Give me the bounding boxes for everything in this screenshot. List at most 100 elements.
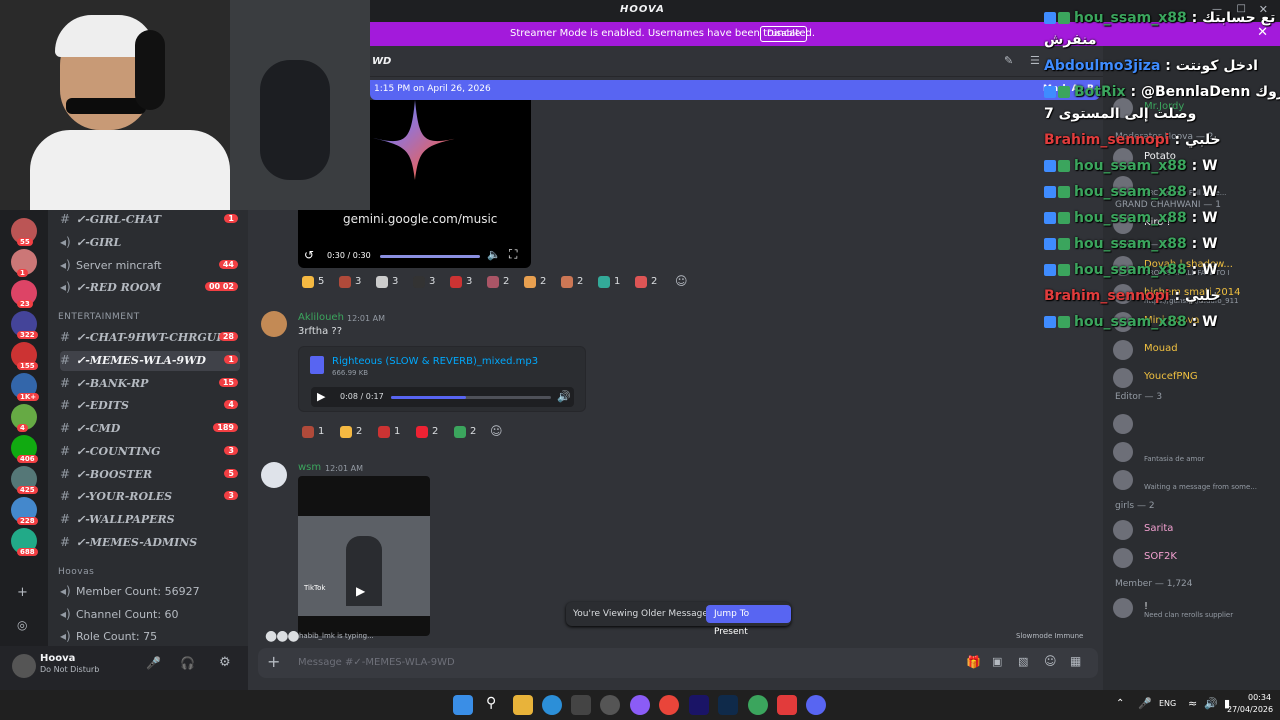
channel-item[interactable]: # ✓-BANK-RP 15 (60, 374, 240, 394)
play-icon[interactable]: ▶ (356, 584, 365, 598)
explore-icon[interactable]: ◎ (17, 618, 27, 632)
edge-icon[interactable] (542, 695, 562, 715)
attachment-filename[interactable]: Righteous (SLOW & REVERB)_mixed.mp3 (332, 356, 538, 367)
gift-icon[interactable]: 🎁 (966, 655, 981, 669)
avatar[interactable] (1113, 340, 1133, 360)
message-author[interactable]: wsm (298, 462, 321, 473)
speaker-icon[interactable]: 🔊 (1204, 697, 1218, 710)
obs-icon[interactable] (600, 695, 620, 715)
chrome-icon[interactable] (659, 695, 679, 715)
message-composer[interactable]: + Message #✓-MEMES-WLA-9WD 🎁 ▣ ▧ ☺ ▦ (258, 648, 1098, 678)
tiktok-video-embed[interactable]: ▶ TikTok (298, 476, 430, 636)
avatar[interactable] (1113, 598, 1133, 618)
audio-progress-track[interactable] (391, 396, 551, 399)
jump-to-present-button[interactable]: Jump To Present (706, 605, 791, 637)
video-progress-bar[interactable] (380, 255, 480, 258)
overlay-separator: : (1186, 314, 1203, 330)
video-player-icon[interactable] (777, 695, 797, 715)
overlay-separator: : (1169, 288, 1185, 304)
avatar[interactable] (1113, 414, 1133, 434)
stat-channel[interactable]: ◂) Role Count: 75 (60, 627, 240, 647)
category-entertainment[interactable]: ENTERTAINMENT (58, 312, 140, 322)
reaction-emoji-icon (524, 276, 536, 288)
badge-icon (1044, 264, 1056, 276)
windows-start-icon[interactable] (453, 695, 473, 715)
twitch-icon[interactable] (630, 695, 650, 715)
member-item[interactable]: SOF2K (1113, 546, 1278, 570)
photoshop-icon[interactable] (718, 695, 738, 715)
channel-item[interactable]: # ✓-CHAT-9HWT-CHRGUI 28 (60, 328, 240, 348)
avatar[interactable] (1113, 442, 1133, 462)
clock-time[interactable]: 00:34 (1248, 693, 1271, 702)
store-icon[interactable] (571, 695, 591, 715)
avatar[interactable] (261, 311, 287, 337)
member-item[interactable]: ! Need clan rerolls supplier (1113, 596, 1278, 620)
avatar[interactable] (1113, 368, 1133, 388)
stat-channel[interactable]: ◂) Member Count: 56927 (60, 582, 240, 602)
file-explorer-icon[interactable] (513, 695, 533, 715)
fullscreen-icon[interactable]: ⛶ (509, 247, 517, 262)
replay-icon[interactable]: ↺ (304, 248, 314, 262)
pin-icon[interactable]: ✎ (1004, 54, 1013, 67)
avatar[interactable] (1113, 470, 1133, 490)
channel-item[interactable]: # ✓-COUNTING 3 (60, 442, 240, 462)
avatar[interactable] (261, 462, 287, 488)
channel-item[interactable]: ◂) ✓-RED ROOM 00 02 (60, 278, 240, 298)
microphone-icon[interactable]: 🎤 (146, 656, 161, 670)
tray-chevron-icon[interactable]: ⌃ (1116, 698, 1124, 709)
channel-item[interactable]: ◂) Server mincraft 44 (60, 256, 240, 276)
gif-icon[interactable]: ▣ (992, 655, 1002, 668)
new-messages-bar[interactable]: 1:15 PM on April 26, 2026 Mark As R (370, 80, 1100, 100)
badge-icon (1058, 160, 1070, 172)
threads-icon[interactable]: ☰ (1030, 54, 1040, 67)
add-attachment-icon[interactable]: + (267, 652, 280, 671)
channel-item[interactable]: # ✓-GIRL-CHAT 1 (60, 210, 240, 230)
channel-item[interactable]: # ✓-WALLPAPERS (60, 510, 240, 530)
channel-item[interactable]: ◂) ✓-GIRL (60, 233, 240, 253)
avatar[interactable] (1113, 548, 1133, 568)
channel-item[interactable]: # ✓-BOOSTER 5 (60, 465, 240, 485)
channel-item[interactable]: # ✓-CMD 189 (60, 419, 240, 439)
stat-channel[interactable]: ◂) Channel Count: 60 (60, 605, 240, 625)
channel-item[interactable]: # ✓-YOUR-ROLES 3 (60, 487, 240, 507)
whatsapp-icon[interactable] (748, 695, 768, 715)
taskbar-search-icon[interactable]: ⚲ (486, 695, 496, 711)
audio-volume-icon[interactable]: 🔊 (557, 390, 571, 403)
language-indicator[interactable]: ENG (1159, 699, 1176, 708)
play-icon[interactable]: ▶ (317, 390, 325, 403)
message-author[interactable]: Akliloueh (298, 312, 344, 323)
member-item[interactable] (1113, 412, 1278, 436)
member-item[interactable]: Fantasia de amor (1113, 440, 1278, 464)
avatar[interactable] (12, 654, 36, 678)
message-text: 3rftha ?? (298, 326, 342, 337)
category-hoovas[interactable]: Hoovas (58, 567, 94, 577)
webcam-overlay (0, 0, 370, 210)
headphones-icon[interactable]: 🎧 (180, 656, 195, 670)
settings-gear-icon[interactable]: ⚙ (219, 655, 231, 670)
clock-date[interactable]: 27/04/2026 (1227, 705, 1273, 714)
sticker-icon[interactable]: ▧ (1018, 655, 1028, 668)
add-reaction-icon[interactable]: ☺ (490, 424, 503, 442)
discord-taskbar-icon[interactable] (806, 695, 826, 715)
channel-item[interactable]: # ✓-MEMES-WLA-9WD 1 (60, 351, 240, 371)
add-reaction-icon[interactable]: ☺ (675, 274, 688, 292)
member-item[interactable]: Mouad (1113, 338, 1278, 362)
overlay-message: خلبي (1184, 288, 1221, 304)
member-item[interactable]: Waiting a message from some... (1113, 468, 1278, 492)
reactions-row: 5 3 3 3 3 2 2 2 1 2 ☺ (298, 273, 698, 293)
volume-icon[interactable]: 🔈 (487, 248, 501, 261)
add-server-icon[interactable]: + (17, 585, 28, 600)
premiere-icon[interactable] (689, 695, 709, 715)
member-item[interactable]: YoucefPNG (1113, 366, 1278, 390)
wifi-icon[interactable]: ≈ (1188, 697, 1197, 710)
avatar[interactable] (1113, 520, 1133, 540)
channel-item[interactable]: # ✓-MEMES-ADMINS (60, 533, 240, 553)
member-item[interactable]: Sarita (1113, 518, 1278, 542)
emoji-icon[interactable]: ☺ (1044, 654, 1057, 668)
channel-item[interactable]: # ✓-EDITS 4 (60, 396, 240, 416)
disable-streamer-button[interactable]: Disable (760, 26, 808, 42)
message-input[interactable]: Message #✓-MEMES-WLA-9WD (298, 657, 455, 668)
apps-icon[interactable]: ▦ (1070, 654, 1081, 668)
typing-dots-icon: ●●● (265, 628, 300, 644)
tray-mic-icon[interactable]: 🎤 (1138, 697, 1152, 710)
